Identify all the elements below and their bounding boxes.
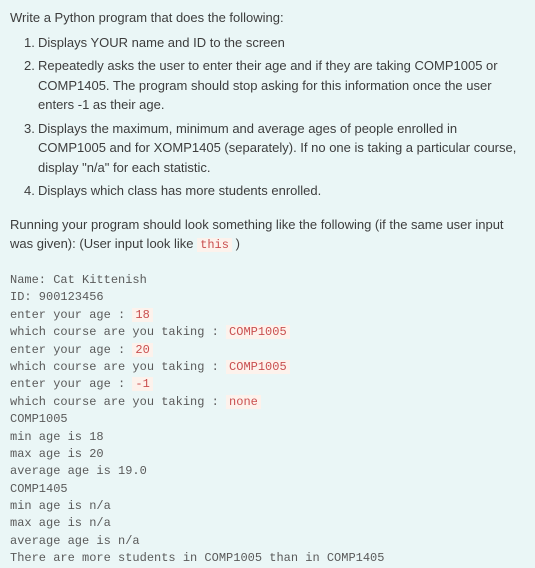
item-number: 3. — [24, 119, 35, 139]
list-item: 3. Displays the maximum, minimum and ave… — [10, 119, 525, 178]
item-text: Displays which class has more students e… — [38, 183, 321, 198]
console-line: which course are you taking : COMP1005 — [10, 359, 525, 376]
list-item: 4. Displays which class has more student… — [10, 181, 525, 201]
item-number: 2. — [24, 56, 35, 76]
console-line: enter your age : -1 — [10, 376, 525, 393]
running-caption-prefix: Running your program should look somethi… — [10, 217, 504, 252]
user-input: none — [226, 395, 261, 409]
console-line: enter your age : 18 — [10, 307, 525, 324]
list-item: 1. Displays YOUR name and ID to the scre… — [10, 33, 525, 53]
item-text: Repeatedly asks the user to enter their … — [38, 58, 498, 112]
item-number: 1. — [24, 33, 35, 53]
user-input: 18 — [132, 308, 152, 322]
console-line: COMP1005 — [10, 411, 525, 428]
console-line: COMP1405 — [10, 481, 525, 498]
console-line: which course are you taking : none — [10, 394, 525, 411]
item-text: Displays YOUR name and ID to the screen — [38, 35, 285, 50]
console-line: min age is 18 — [10, 429, 525, 446]
user-input: COMP1005 — [226, 360, 290, 374]
running-caption: Running your program should look somethi… — [10, 215, 525, 255]
item-number: 4. — [24, 181, 35, 201]
console-line: which course are you taking : COMP1005 — [10, 324, 525, 341]
prompt-text: enter your age : — [10, 377, 132, 391]
console-line: ID: 900123456 — [10, 289, 525, 306]
console-line: Name: Cat Kittenish — [10, 272, 525, 289]
instruction-list: 1. Displays YOUR name and ID to the scre… — [10, 33, 525, 201]
prompt-text: enter your age : — [10, 343, 132, 357]
user-input: -1 — [132, 377, 152, 391]
intro-text: Write a Python program that does the fol… — [10, 8, 525, 28]
item-text: Displays the maximum, minimum and averag… — [38, 121, 516, 175]
console-line: min age is n/a — [10, 498, 525, 515]
user-input: COMP1005 — [226, 325, 290, 339]
user-input-example: this — [197, 238, 232, 252]
console-output: Name: Cat Kittenish ID: 900123456 enter … — [10, 272, 525, 568]
prompt-text: which course are you taking : — [10, 395, 226, 409]
user-input: 20 — [132, 343, 152, 357]
prompt-text: which course are you taking : — [10, 360, 226, 374]
prompt-text: enter your age : — [10, 308, 132, 322]
list-item: 2. Repeatedly asks the user to enter the… — [10, 56, 525, 115]
console-line: average age is n/a — [10, 533, 525, 550]
console-line: max age is 20 — [10, 446, 525, 463]
running-caption-suffix: ) — [232, 236, 240, 251]
console-line: average age is 19.0 — [10, 463, 525, 480]
console-line: There are more students in COMP1005 than… — [10, 550, 525, 567]
console-line: enter your age : 20 — [10, 342, 525, 359]
prompt-text: which course are you taking : — [10, 325, 226, 339]
console-line: max age is n/a — [10, 515, 525, 532]
